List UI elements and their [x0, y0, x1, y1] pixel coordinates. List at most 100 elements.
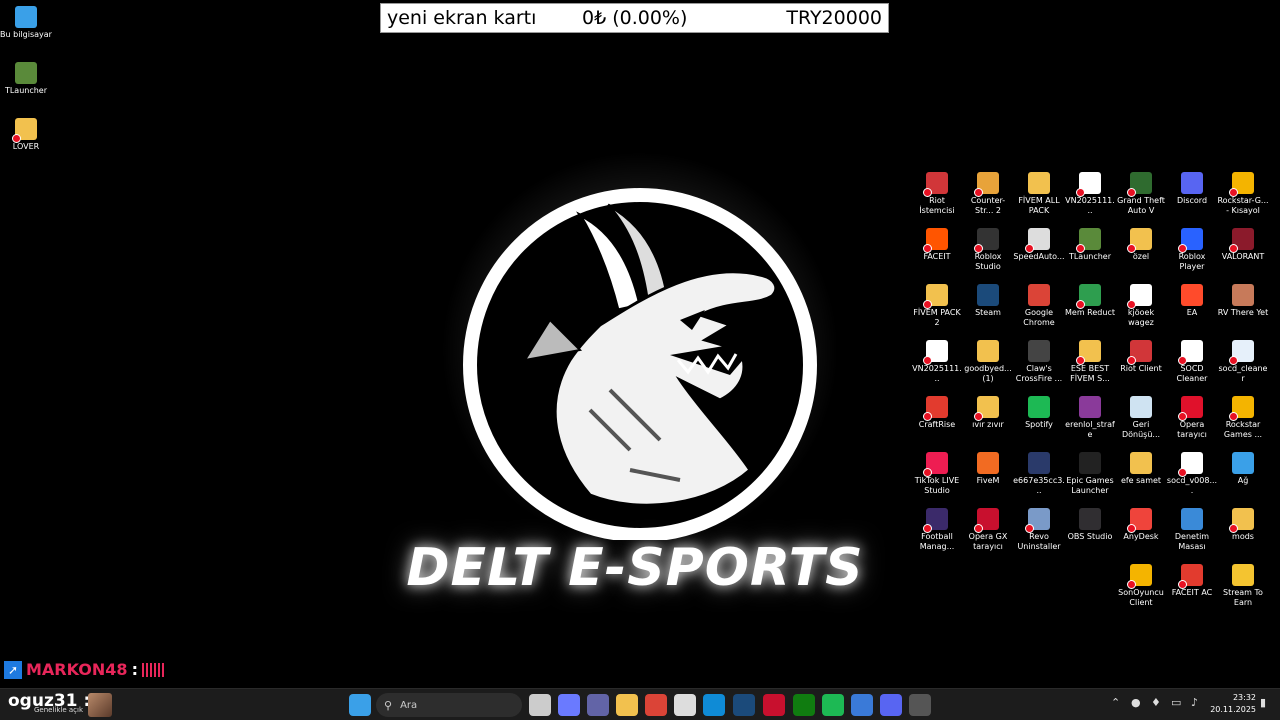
avatar[interactable] [88, 693, 112, 717]
desktop-icon[interactable]: TLauncher [0, 62, 52, 96]
desktop-icon[interactable]: Revo Uninstaller [1013, 508, 1065, 552]
desktop-icon[interactable]: TLauncher [1064, 228, 1116, 262]
desktop-icon[interactable]: Ağ [1217, 452, 1269, 486]
error-badge-icon [1127, 524, 1136, 533]
network-app-icon[interactable] [851, 694, 873, 716]
desktop-icon[interactable]: Riot Client [1115, 340, 1167, 374]
desktop-icon[interactable]: AnyDesk [1115, 508, 1167, 542]
steam-icon[interactable] [733, 694, 755, 716]
desktop-icon-label: kjöoek wagez [1127, 308, 1155, 327]
desktop-icon[interactable]: FiveM [962, 452, 1014, 486]
desktop-icon[interactable]: SonOyuncu Client [1115, 564, 1167, 608]
desktop-icon[interactable]: Google Chrome [1013, 284, 1065, 328]
desktop-icon[interactable]: efe samet [1115, 452, 1167, 486]
microsoft-store-icon[interactable] [674, 694, 696, 716]
microphone-icon[interactable]: ♦ [1151, 696, 1161, 709]
desktop-icon[interactable]: Epic Games Launcher [1064, 452, 1116, 496]
desktop-icon[interactable]: Rockstar Games ... [1217, 396, 1269, 440]
sonoyuncu-icon [1127, 564, 1152, 589]
roblox-icon [1178, 228, 1203, 253]
desktop-icon[interactable]: TikTok LIVE Studio [911, 452, 963, 496]
display-icon[interactable]: ▭ [1171, 696, 1181, 709]
windows-start-icon[interactable] [349, 694, 371, 716]
opera-gx-icon[interactable] [763, 694, 785, 716]
desktop-icon[interactable]: socd_v008.... [1166, 452, 1218, 496]
desktop-icon[interactable]: Bu bilgisayar [0, 6, 52, 40]
desktop-icon[interactable]: RV There Yet [1217, 284, 1269, 318]
desktop-icon[interactable]: Counter-Str... 2 [962, 172, 1014, 216]
file-explorer-icon[interactable] [616, 694, 638, 716]
obs-icon [1079, 508, 1101, 530]
desktop-icon[interactable]: Rockstar-G... - Kısayol [1217, 172, 1269, 216]
volume-icon[interactable]: ♪ [1191, 696, 1198, 709]
folder-icon [1028, 172, 1050, 194]
ticker-goal-progress: 0₺ (0.00%) [582, 7, 688, 29]
desktop-icon[interactable]: ıvır zıvır [962, 396, 1014, 430]
desktop-icon[interactable]: erenlol_strafe [1064, 396, 1116, 440]
desktop-icon[interactable]: ESE BEST FİVEM S... [1064, 340, 1116, 384]
desktop-icon-label: Denetim Masası [1174, 532, 1210, 551]
opera-icon [1178, 396, 1203, 421]
desktop-icon[interactable]: Football Manag... [911, 508, 963, 552]
desktop-icon[interactable]: Mem Reduct [1064, 284, 1116, 318]
spotify-icon [1028, 396, 1050, 418]
discord-icon[interactable] [880, 694, 902, 716]
desktop-icon[interactable]: SOCD Cleaner [1166, 340, 1218, 384]
desktop-icon[interactable]: Steam [962, 284, 1014, 318]
desktop-icon[interactable]: SpeedAuto... [1013, 228, 1065, 262]
desktop-icon-label: özel [1132, 252, 1150, 261]
desktop-icon[interactable]: Roblox Studio [962, 228, 1014, 272]
folder-icon [1076, 340, 1101, 365]
desktop-icon[interactable]: Geri Dönüşü... [1115, 396, 1167, 440]
chrome-icon [1028, 284, 1050, 306]
desktop-icon-label: Steam [975, 308, 1001, 317]
cs2-icon [974, 172, 999, 197]
desktop-icon[interactable]: kjöoek wagez [1115, 284, 1167, 328]
desktop-icon[interactable]: Denetim Masası [1166, 508, 1218, 552]
desktop-icon[interactable]: özel [1115, 228, 1167, 262]
chevron-up-icon[interactable]: ⌃ [1111, 696, 1120, 709]
desktop-icon[interactable]: VN2025111... [911, 340, 963, 384]
edge-icon[interactable] [703, 694, 725, 716]
desktop-icon-label: FACEIT AC [1171, 588, 1213, 597]
desktop-icon[interactable]: Spotify [1013, 396, 1065, 430]
desktop-icon[interactable]: Opera tarayıcı [1166, 396, 1218, 440]
obs-icon[interactable] [909, 694, 931, 716]
task-view-icon[interactable] [529, 694, 551, 716]
file-icon [1076, 172, 1101, 197]
desktop-icon[interactable]: CraftRise [911, 396, 963, 430]
desktop-icon[interactable]: Discord [1166, 172, 1218, 206]
notification-bell-icon[interactable]: ▮ [1260, 696, 1266, 709]
desktop-icon[interactable]: goodbyed... (1) [962, 340, 1014, 384]
desktop-icon[interactable]: Opera GX tarayıcı [962, 508, 1014, 552]
desktop-icon[interactable]: Riot İstemcisi [911, 172, 963, 216]
desktop-icon[interactable]: OBS Studio [1064, 508, 1116, 542]
desktop-icon[interactable]: FİVEM PACK 2 [911, 284, 963, 328]
desktop-icon[interactable]: socd_cleaner [1217, 340, 1269, 384]
copilot-icon[interactable] [558, 694, 580, 716]
desktop-icon[interactable]: VALORANT [1217, 228, 1269, 262]
desktop-icon[interactable]: FİVEM ALL PACK [1013, 172, 1065, 216]
desktop-icon[interactable]: Stream To Earn [1217, 564, 1269, 608]
desktop-icon[interactable]: Roblox Player [1166, 228, 1218, 272]
spotify-icon[interactable] [822, 694, 844, 716]
taskbar-search-box[interactable]: ⚲ Ara [376, 693, 522, 717]
xbox-icon[interactable] [793, 694, 815, 716]
desktop-icon[interactable]: VN2025111... [1064, 172, 1116, 216]
taskbar-clock[interactable]: 23:32 20.11.2025 [1206, 692, 1256, 716]
desktop-icon[interactable]: mods [1217, 508, 1269, 542]
desktop-icon[interactable]: LOVER [0, 118, 52, 152]
desktop-icon[interactable]: Claw's CrossFire ... [1013, 340, 1065, 384]
desktop-icon[interactable]: Grand Theft Auto V [1115, 172, 1167, 216]
desktop-icon[interactable]: EA [1166, 284, 1218, 318]
desktop-icon[interactable]: FACEIT [911, 228, 963, 262]
desktop-icon[interactable]: e667e35cc3... [1013, 452, 1065, 496]
desktop-icon[interactable]: FACEIT AC [1166, 564, 1218, 598]
opera-tray-icon[interactable]: ● [1131, 696, 1141, 709]
desktop-icon-label: EA [1186, 308, 1198, 317]
desktop-icon-label: FİVEM ALL PACK [1018, 196, 1060, 215]
teams-icon[interactable] [587, 694, 609, 716]
chrome-icon[interactable] [645, 694, 667, 716]
desktop-icon-label: Spotify [1025, 420, 1053, 429]
desktop-icon-label: mods [1232, 532, 1254, 541]
